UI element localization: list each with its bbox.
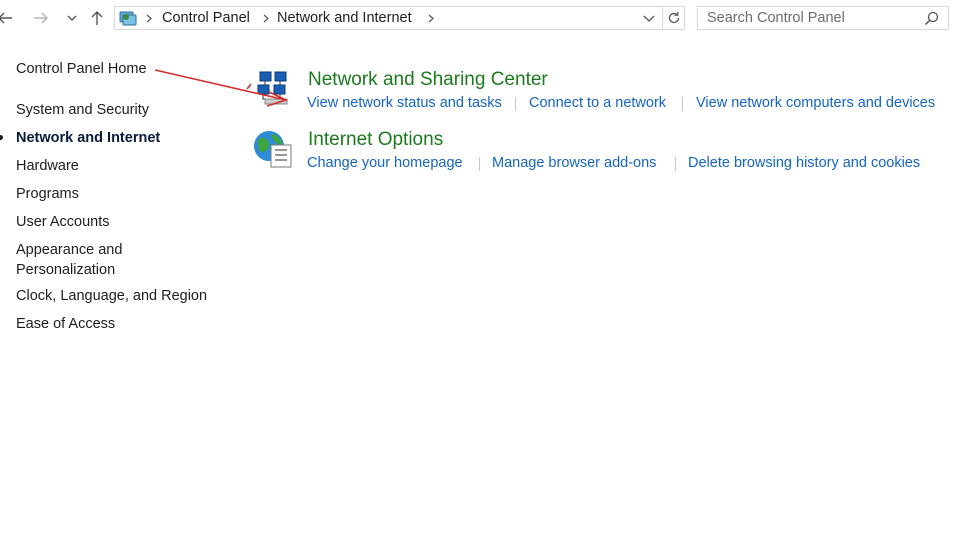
link-separator xyxy=(682,97,683,111)
up-button[interactable] xyxy=(86,6,108,30)
back-button[interactable] xyxy=(0,6,16,30)
sidebar-item-system-and-security[interactable]: System and Security xyxy=(16,102,149,118)
sidebar-item-appearance-line1[interactable]: Appearance and xyxy=(16,242,122,258)
change-homepage-link[interactable]: Change your homepage xyxy=(307,155,463,171)
search-box xyxy=(697,6,949,30)
internet-options-icon[interactable] xyxy=(252,128,294,170)
breadcrumb-separator-icon[interactable] xyxy=(428,14,434,23)
breadcrumb-network-and-internet[interactable]: Network and Internet xyxy=(277,10,412,26)
forward-button[interactable] xyxy=(30,6,52,30)
connect-to-network-link[interactable]: Connect to a network xyxy=(529,95,666,111)
internet-options-title[interactable]: Internet Options xyxy=(308,129,443,151)
search-input[interactable] xyxy=(698,7,927,29)
link-separator xyxy=(515,97,516,111)
sidebar-item-ease-of-access[interactable]: Ease of Access xyxy=(16,316,115,332)
recent-locations-button[interactable] xyxy=(61,6,83,30)
control-panel-icon xyxy=(119,11,137,26)
sidebar-item-appearance-line2[interactable]: Personalization xyxy=(16,262,115,278)
breadcrumb-separator-icon xyxy=(146,14,152,23)
control-panel-home-link[interactable]: Control Panel Home xyxy=(16,61,147,77)
breadcrumb-separator-icon[interactable] xyxy=(263,14,269,23)
breadcrumb-control-panel[interactable]: Control Panel xyxy=(162,10,250,26)
up-arrow-icon xyxy=(91,11,103,25)
active-item-bullet xyxy=(0,135,3,140)
view-network-computers-link[interactable]: View network computers and devices xyxy=(696,95,935,111)
sidebar-item-network-and-internet: Network and Internet xyxy=(16,130,161,146)
view-network-status-link[interactable]: View network status and tasks xyxy=(307,95,502,111)
sidebar-item-programs[interactable]: Programs xyxy=(16,186,79,202)
refresh-icon[interactable] xyxy=(666,10,682,26)
forward-arrow-icon xyxy=(34,12,48,24)
address-dropdown-icon[interactable] xyxy=(643,15,655,23)
address-bar[interactable]: Control Panel Network and Internet xyxy=(114,6,685,30)
delete-browsing-history-link[interactable]: Delete browsing history and cookies xyxy=(688,155,920,171)
sidebar-item-user-accounts[interactable]: User Accounts xyxy=(16,214,110,230)
back-arrow-icon xyxy=(0,12,12,24)
link-separator xyxy=(479,157,480,171)
manage-browser-addons-link[interactable]: Manage browser add-ons xyxy=(492,155,656,171)
sidebar-item-hardware[interactable]: Hardware xyxy=(16,158,79,174)
sidebar-item-clock-language-region[interactable]: Clock, Language, and Region xyxy=(16,288,207,304)
search-icon[interactable] xyxy=(924,11,939,26)
network-and-sharing-center-title[interactable]: Network and Sharing Center xyxy=(308,69,548,91)
chevron-down-icon xyxy=(67,15,77,21)
address-divider xyxy=(662,7,663,29)
network-sharing-icon[interactable] xyxy=(255,70,293,108)
link-separator xyxy=(675,157,676,171)
